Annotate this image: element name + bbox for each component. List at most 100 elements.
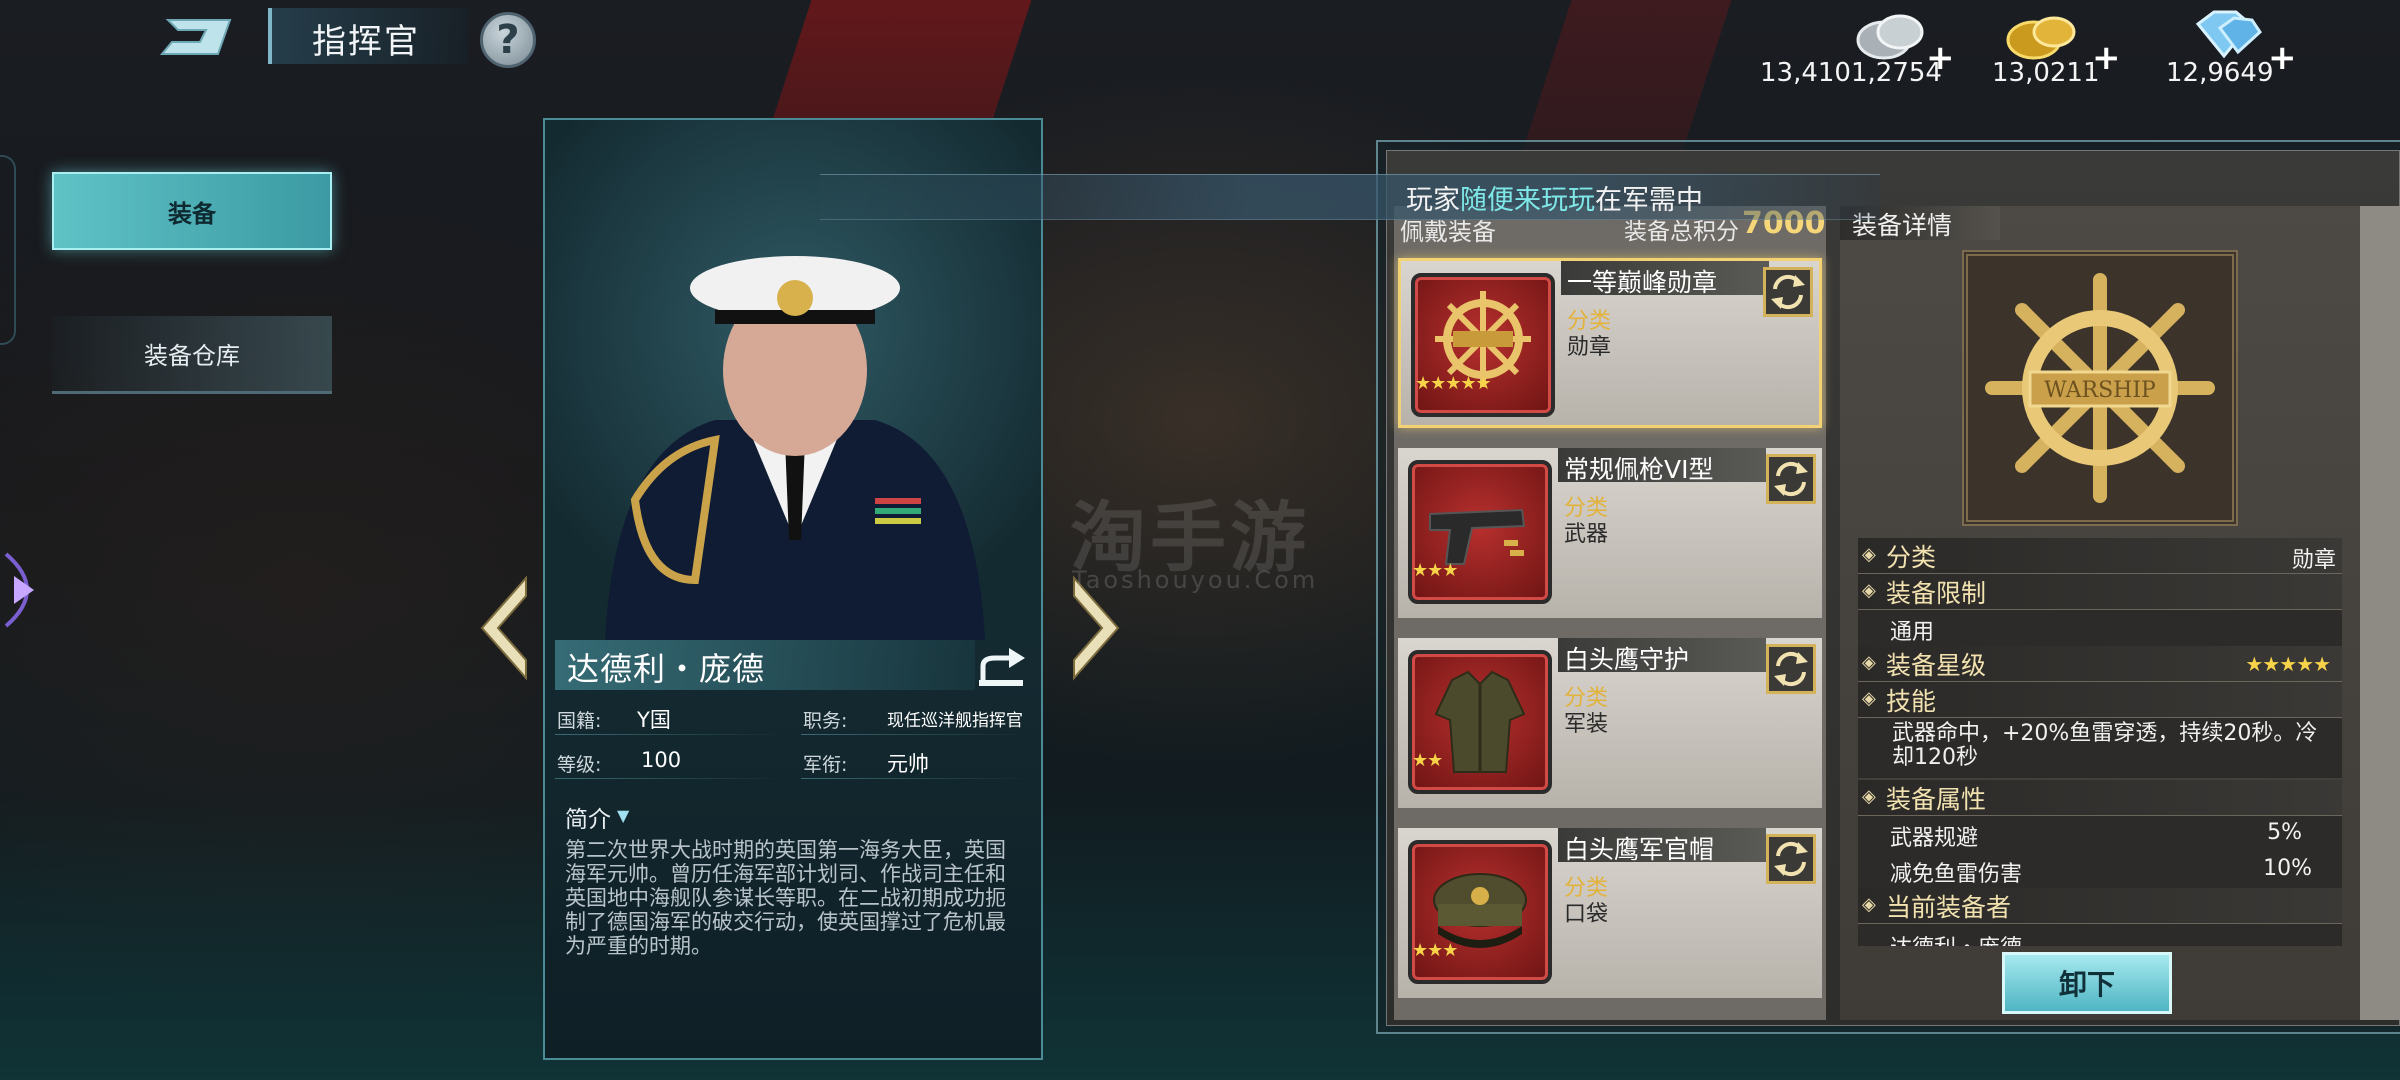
prev-commander-arrow-icon[interactable] [476, 568, 536, 688]
info-divider [555, 734, 785, 735]
attr-row: 减免鱼雷伤害 10% [1858, 852, 2342, 888]
level-value: 100 [641, 748, 682, 772]
item-category-value: 军装 [1564, 712, 1609, 737]
back-logo-icon[interactable] [160, 12, 240, 62]
attr-value: 5% [2267, 820, 2302, 845]
sidebar-rail [0, 155, 16, 345]
prop-star-row: ◈ 装备星级 ★★★★★ [1858, 646, 2342, 682]
attr-row: 武器规避 5% [1858, 816, 2342, 852]
share-icon[interactable] [975, 640, 1031, 690]
resource-value: 12,9649 [2166, 58, 2274, 88]
prop-label: 技能 [1886, 687, 1937, 716]
add-diamond-button[interactable]: + [2268, 38, 2297, 78]
equipment-item[interactable]: ★★★ 常规佩枪VI型 分类 武器 [1398, 448, 1822, 618]
intro-toggle[interactable]: 简介 [565, 800, 611, 834]
commander-card: 达德利・庞德 国籍: Y国 职务: 现任巡洋舰指挥官 等级: 100 军衔: 元… [543, 118, 1043, 1060]
prop-label: 分类 [1886, 543, 1937, 572]
prop-value: 勋章 [2291, 548, 2336, 573]
unequip-button[interactable]: 卸下 [2002, 952, 2172, 1014]
prop-attr-row: ◈ 装备属性 [1858, 780, 2342, 816]
prop-skill-row: ◈ 技能 [1858, 682, 2342, 718]
info-divider [801, 778, 1031, 779]
notice-prefix: 玩家 [1406, 185, 1460, 216]
swap-button[interactable] [1766, 834, 1816, 884]
equipment-item[interactable]: ★★★★★ 一等巅峰勋章 分类 勋章 [1398, 258, 1822, 428]
help-button[interactable]: ? [480, 12, 536, 68]
item-name: 白头鹰军官帽 [1564, 835, 1715, 864]
prop-label: 装备星级 [1886, 651, 1987, 680]
notification-banner [820, 174, 1880, 220]
notification-text: 玩家随便来玩玩在军需中 [1406, 178, 1703, 217]
position-label: 职务: [803, 710, 848, 732]
notice-suffix: 在军需中 [1595, 185, 1703, 216]
item-name: 白头鹰守护 [1564, 645, 1690, 674]
item-stars: ★★ [1412, 750, 1443, 771]
item-stars: ★★★★★ [1415, 373, 1492, 394]
prop-value: 达德利・庞德 [1890, 930, 2022, 946]
prop-restriction-row: ◈ 装备限制 [1858, 574, 2342, 610]
prop-stars: ★★★★★ [2245, 652, 2331, 676]
intro-text: 第二次世界大战时期的英国第一海务大臣，英国海军元帅。曾历任海军部计划司、作战司主… [565, 838, 1006, 958]
swap-button[interactable] [1766, 644, 1816, 694]
prop-restriction-value-row: 通用 [1858, 610, 2342, 646]
prop-owner-row: ◈ 当前装备者 [1858, 888, 2342, 924]
item-icon-frame [1411, 273, 1555, 417]
page-title: 指挥官 [312, 22, 420, 62]
expand-arrow-icon[interactable] [0, 550, 60, 630]
prop-owner-value-row: 达德利・庞德 [1858, 924, 2342, 946]
diamond-bullet-icon: ◈ [1862, 688, 1876, 709]
swap-icon [1771, 274, 1805, 310]
prop-label: 装备限制 [1886, 579, 1987, 608]
equipment-item[interactable]: ★★★ 白头鹰军官帽 分类 口袋 [1398, 828, 1822, 998]
add-silver-button[interactable]: + [1926, 38, 1955, 78]
prop-value: 通用 [1890, 620, 1935, 645]
swap-button[interactable] [1766, 454, 1816, 504]
chevron-down-icon[interactable]: ▼ [617, 806, 629, 825]
item-stars: ★★★ [1412, 560, 1458, 581]
rank-value: 元帅 [887, 752, 929, 776]
gold-coins-icon [2006, 16, 2076, 60]
diamond-bullet-icon: ◈ [1862, 580, 1876, 601]
nationality-label: 国籍: [557, 710, 602, 732]
rank-label: 军衔: [803, 754, 848, 776]
position-value: 现任巡洋舰指挥官 [887, 711, 1023, 731]
swap-icon [1774, 651, 1808, 687]
attr-name: 武器规避 [1890, 826, 1979, 851]
info-divider [801, 734, 1031, 735]
item-category-value: 武器 [1564, 522, 1609, 547]
level-label: 等级: [557, 754, 602, 776]
item-category-value: 勋章 [1567, 335, 1612, 360]
resource-value: 13,0211 [1992, 58, 2100, 88]
nationality-value: Y国 [637, 708, 671, 732]
item-icon-frame [1408, 460, 1552, 604]
swap-icon [1774, 461, 1808, 497]
skill-text: 武器命中，+20%鱼雷穿透，持续20秒。冷却120秒 [1892, 721, 2318, 770]
diamond-bullet-icon: ◈ [1862, 544, 1876, 565]
prop-label: 装备属性 [1886, 785, 1987, 814]
item-stars: ★★★ [1412, 940, 1458, 961]
item-name: 常规佩枪VI型 [1564, 455, 1714, 484]
prop-label: 当前装备者 [1886, 893, 2012, 922]
swap-button[interactable] [1763, 267, 1813, 317]
diamond-bullet-icon: ◈ [1862, 652, 1876, 673]
equipment-item[interactable]: ★★ 白头鹰守护 分类 军装 [1398, 638, 1822, 808]
tab-equipment-storage[interactable]: 装备仓库 [52, 316, 332, 394]
resource-value: 13,4101,2754 [1760, 58, 1942, 88]
diamond-bullet-icon: ◈ [1862, 786, 1876, 807]
commander-name: 达德利・庞德 [567, 650, 766, 688]
add-gold-button[interactable]: + [2092, 38, 2121, 78]
watermark-sub: Taoshouyou.Com [1072, 566, 1319, 594]
item-icon-frame [1408, 840, 1552, 984]
item-icon-frame [1408, 650, 1552, 794]
silver-coins-icon [1856, 14, 1924, 60]
prop-category-row: ◈ 分类 勋章 [1858, 538, 2342, 574]
tab-equipment[interactable]: 装备 [52, 172, 332, 250]
attr-value: 10% [2263, 856, 2312, 881]
panel-edge [2360, 206, 2400, 1020]
diamond-icon [2195, 10, 2262, 59]
item-name: 一等巅峰勋章 [1567, 268, 1718, 297]
medal-icon: WARSHIP [1985, 273, 2215, 503]
item-category-value: 口袋 [1564, 902, 1609, 927]
notice-player: 随便来玩玩 [1460, 185, 1595, 216]
swap-icon [1774, 841, 1808, 877]
